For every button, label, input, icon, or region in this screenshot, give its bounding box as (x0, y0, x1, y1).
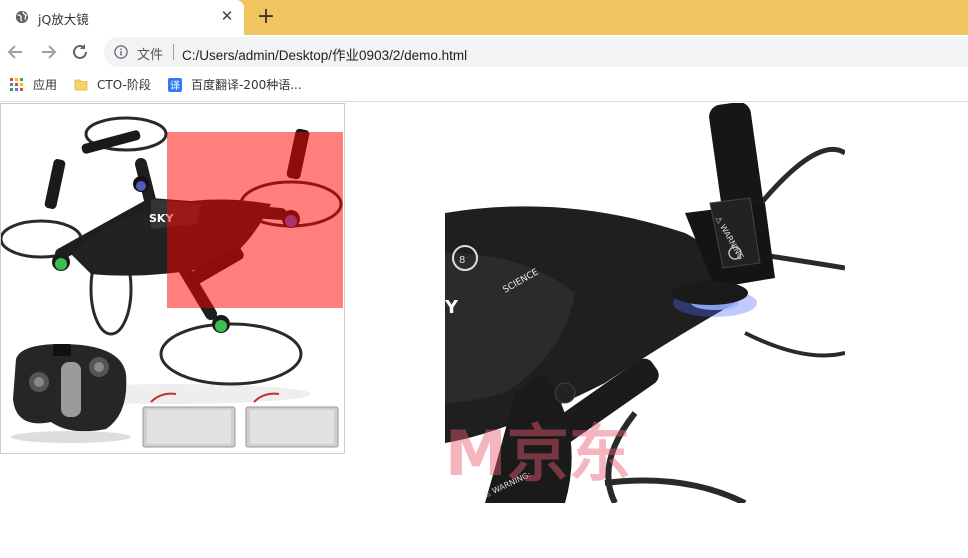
zoom-image-box: ⚠ WARNING 8 SCIENCE Y ⚠ WARNING: M京东 (445, 103, 845, 503)
address-url[interactable]: C:/Users/admin/Desktop/作业0903/2/demo.htm… (182, 44, 467, 64)
forward-arrow-icon[interactable] (37, 41, 59, 63)
translate-icon: 译 (168, 78, 182, 92)
back-arrow-icon[interactable] (5, 41, 27, 63)
bookmarks-bar: 应用 CTO-阶段 译 百度翻译-200种语... (0, 69, 968, 102)
reload-icon[interactable] (69, 41, 91, 63)
folder-icon (74, 79, 88, 91)
watermark-text: M京东 (445, 417, 631, 490)
bookmark-apps[interactable]: 应用 (10, 77, 70, 93)
address-separator (173, 44, 174, 60)
bookmark-baidu-translate[interactable]: 译 百度翻译-200种语... (168, 77, 338, 93)
magnifier-lens[interactable] (167, 132, 343, 308)
tab-active[interactable]: jQ放大镜 ✕ (0, 0, 244, 35)
address-protocol-label: 文件 (137, 48, 164, 63)
tab-title: jQ放大镜 (38, 12, 89, 27)
bookmark-folder-cto[interactable]: CTO-阶段 (74, 77, 164, 93)
bookmark-label: 应用 (33, 78, 58, 92)
svg-text:8: 8 (459, 255, 465, 266)
address-bar[interactable]: 文件 C:/Users/admin/Desktop/作业0903/2/demo.… (104, 37, 968, 67)
bookmark-label: 百度翻译-200种语... (191, 78, 302, 92)
tab-close-icon[interactable]: ✕ (218, 6, 236, 26)
apps-grid-icon (10, 78, 23, 91)
browser-toolbar: 文件 C:/Users/admin/Desktop/作业0903/2/demo.… (0, 35, 968, 69)
bookmark-label: CTO-阶段 (97, 78, 151, 92)
globe-icon (15, 10, 29, 24)
new-tab-button[interactable]: + (254, 4, 278, 30)
svg-text:Y: Y (445, 297, 459, 318)
small-image-box[interactable]: SKY (0, 103, 345, 454)
info-icon[interactable] (114, 45, 128, 59)
tab-strip: jQ放大镜 ✕ + (0, 0, 968, 35)
svg-text:译: 译 (170, 80, 180, 92)
page-content: SKY ⚠ WARNING 8 SCIENCE Y ⚠ WARNING: M京东 (0, 102, 968, 558)
